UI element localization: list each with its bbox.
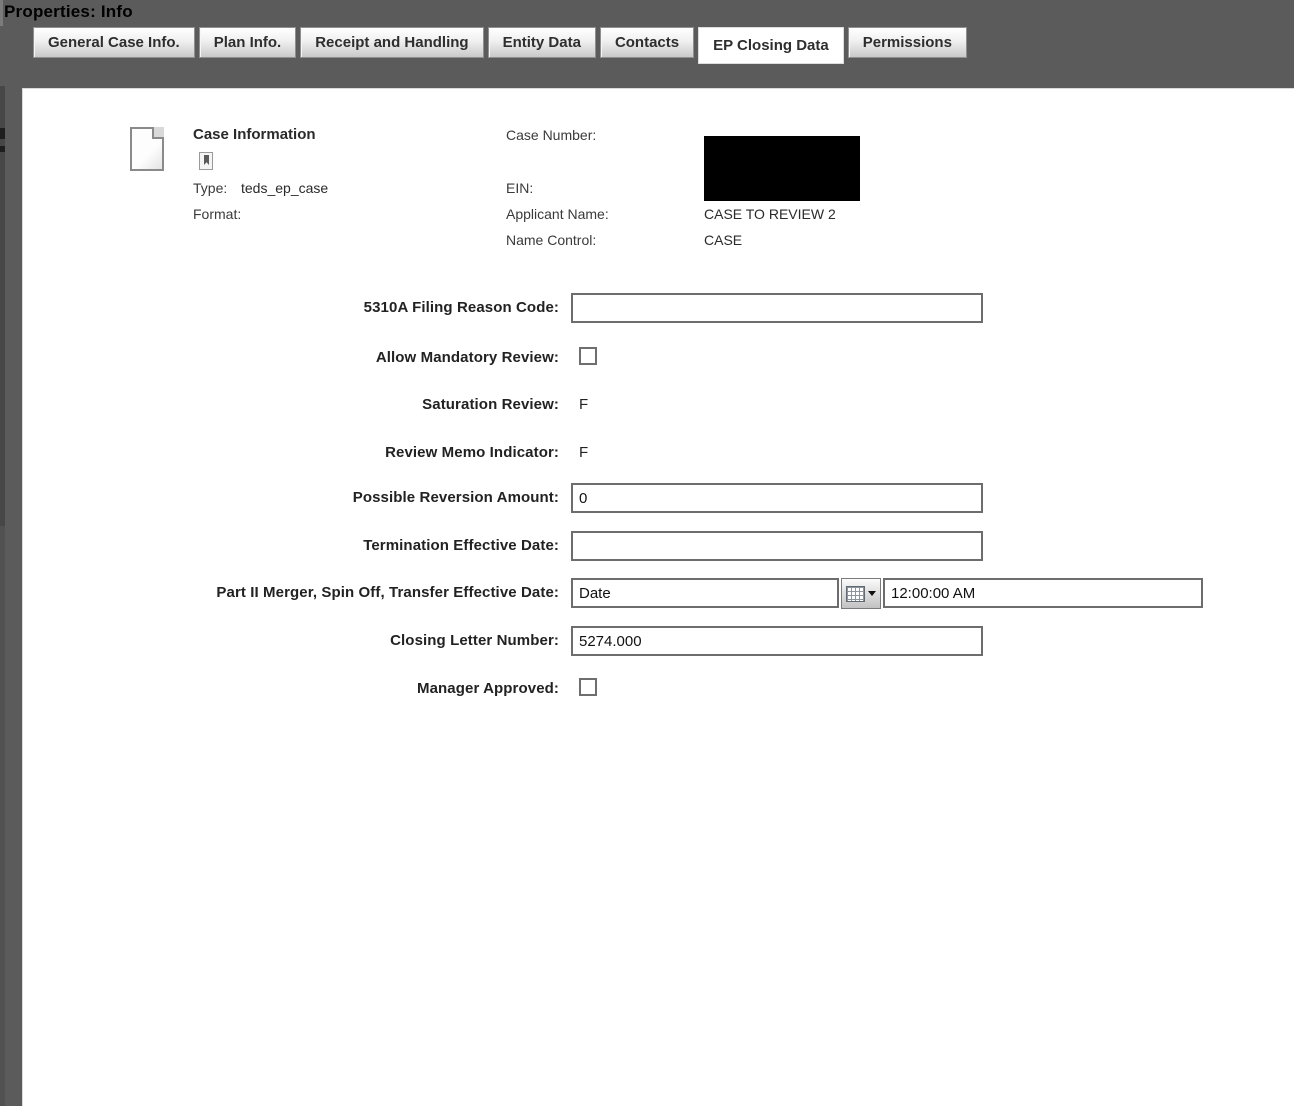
- tab-entity-data[interactable]: Entity Data: [488, 27, 596, 58]
- bookmark-page-icon: [199, 152, 213, 170]
- calendar-grid-icon: [846, 586, 865, 602]
- termination-effective-date-label: Termination Effective Date:: [23, 537, 559, 554]
- document-icon: [130, 127, 164, 171]
- saturation-review-label: Saturation Review:: [23, 396, 559, 413]
- title-bar: Properties: Info: [0, 0, 1294, 26]
- tab-bar: General Case Info. Plan Info. Receipt an…: [33, 27, 1294, 64]
- name-control-value: CASE: [704, 232, 742, 248]
- part2-effective-date-label: Part II Merger, Spin Off, Transfer Effec…: [23, 584, 559, 601]
- dropdown-arrow-icon: [868, 591, 876, 596]
- case-information-title: Case Information: [193, 126, 316, 143]
- tab-permissions[interactable]: Permissions: [848, 27, 967, 58]
- closing-letter-number-label: Closing Letter Number:: [23, 632, 559, 649]
- window-left-edge: [0, 0, 3, 26]
- case-number-label: Case Number:: [506, 127, 596, 143]
- part2-time-input[interactable]: [883, 578, 1203, 608]
- termination-effective-date-input[interactable]: [571, 531, 983, 561]
- review-memo-indicator-label: Review Memo Indicator:: [23, 444, 559, 461]
- left-edge-mark: [0, 128, 5, 139]
- applicant-name-label: Applicant Name:: [506, 206, 609, 222]
- ein-label: EIN:: [506, 180, 533, 196]
- saturation-review-value: F: [579, 396, 588, 413]
- allow-mandatory-review-checkbox[interactable]: [579, 347, 597, 365]
- closing-letter-number-input[interactable]: [571, 626, 983, 656]
- allow-mandatory-review-label: Allow Mandatory Review:: [23, 349, 559, 366]
- possible-reversion-amount-input[interactable]: [571, 483, 983, 513]
- filing-reason-label: 5310A Filing Reason Code:: [23, 299, 559, 316]
- tab-receipt-and-handling[interactable]: Receipt and Handling: [300, 27, 483, 58]
- part2-date-input[interactable]: [571, 578, 839, 608]
- tab-contacts[interactable]: Contacts: [600, 27, 694, 58]
- left-edge-strip-lower: [0, 526, 5, 1106]
- tab-general-case-info[interactable]: General Case Info.: [33, 27, 195, 58]
- applicant-name-value: CASE TO REVIEW 2: [704, 206, 836, 222]
- tab-ep-closing-data[interactable]: EP Closing Data: [698, 27, 844, 64]
- redacted-case-number-ein: [704, 136, 860, 201]
- review-memo-indicator-value: F: [579, 444, 588, 461]
- filing-reason-input[interactable]: [571, 293, 983, 323]
- type-value: teds_ep_case: [241, 180, 328, 196]
- page-title: Properties: Info: [4, 2, 133, 22]
- calendar-picker-button[interactable]: [841, 578, 881, 609]
- format-label: Format:: [193, 206, 241, 222]
- document-icon-fold-line: [152, 127, 164, 139]
- left-edge-strip: [0, 86, 5, 526]
- bookmark-ribbon: [204, 155, 209, 165]
- content-panel: Case Information Type: teds_ep_case Form…: [22, 88, 1294, 1106]
- manager-approved-checkbox[interactable]: [579, 678, 597, 696]
- name-control-label: Name Control:: [506, 232, 596, 248]
- left-edge-mark: [0, 146, 5, 152]
- possible-reversion-amount-label: Possible Reversion Amount:: [23, 489, 559, 506]
- manager-approved-label: Manager Approved:: [23, 680, 559, 697]
- tab-plan-info[interactable]: Plan Info.: [199, 27, 297, 58]
- type-label: Type:: [193, 180, 227, 196]
